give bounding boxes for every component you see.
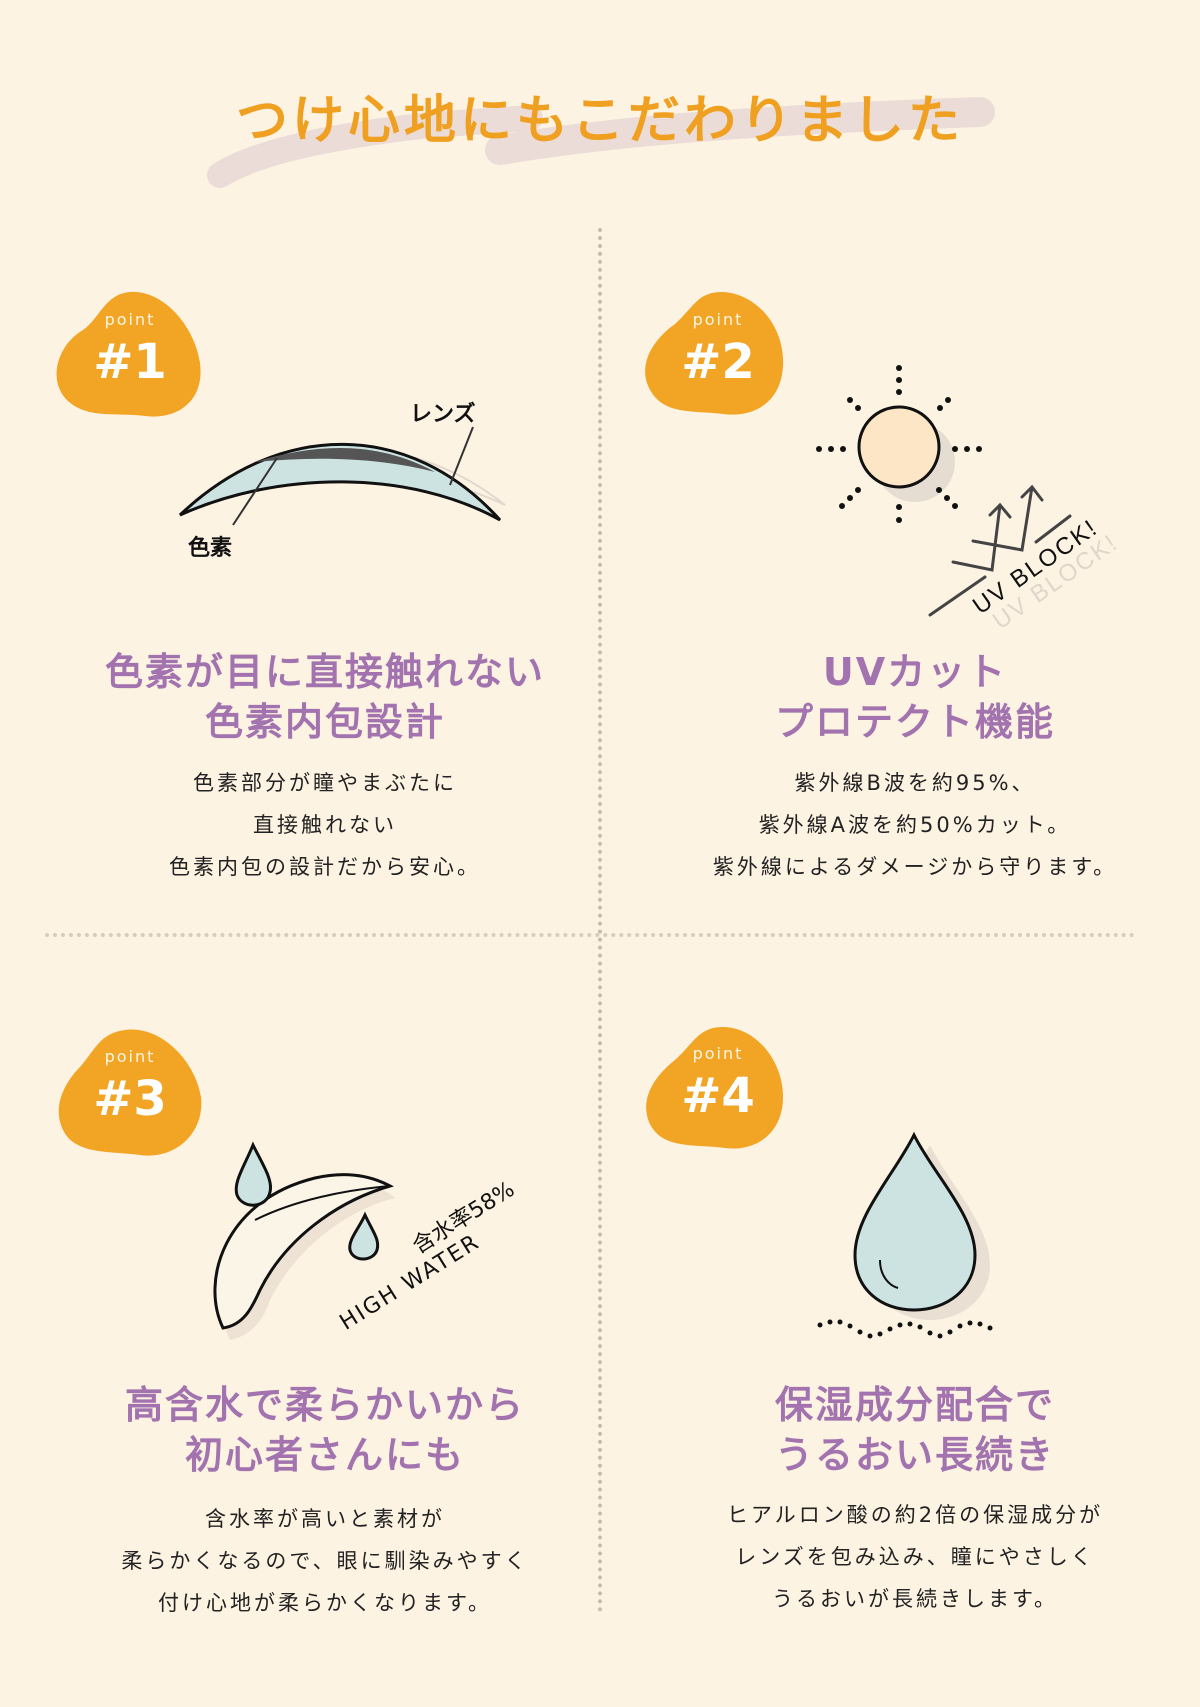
title-line: 高含水で柔らかいから bbox=[124, 1383, 525, 1427]
point-title: 保湿成分配合で うるおい長続き bbox=[635, 1380, 1195, 1480]
badge-label: point bbox=[104, 1047, 156, 1066]
title-line: 保湿成分配合で bbox=[774, 1383, 1055, 1427]
lens-label: レンズ bbox=[410, 402, 476, 427]
title-line: UVカット bbox=[822, 650, 1008, 694]
badge-label: point bbox=[104, 310, 156, 329]
title-line: プロテクト機能 bbox=[774, 700, 1055, 744]
point-title: 色素が目に直接触れない 色素内包設計 bbox=[45, 647, 605, 747]
title-line: 初心者さんにも bbox=[184, 1433, 465, 1477]
badge-label: point bbox=[692, 1044, 744, 1063]
point-body: 含水率が高いと素材が 柔らかくなるので、眼に馴染みやすく 付け心地が柔らかくなり… bbox=[45, 1498, 605, 1624]
point-badge: point #3 bbox=[55, 1025, 205, 1160]
title-line: 色素内包設計 bbox=[204, 700, 445, 744]
badge-number: #1 bbox=[93, 334, 167, 390]
body-line: 柔らかくなるので、眼に馴染みやすく bbox=[121, 1549, 529, 1573]
point-badge: point #2 bbox=[643, 288, 793, 423]
page-title: つけ心地にもこだわりました bbox=[235, 91, 964, 151]
body-line: ヒアルロン酸の約2倍の保湿成分が bbox=[726, 1503, 1104, 1527]
point-body: ヒアルロン酸の約2倍の保湿成分が レンズを包み込み、瞳にやさしく うるおいが長続… bbox=[635, 1494, 1195, 1620]
wave-dots bbox=[817, 1319, 993, 1339]
body-line: 含水率が高いと素材が bbox=[205, 1507, 445, 1531]
body-line: 色素内包の設計だから安心。 bbox=[169, 855, 481, 879]
body-line: 直接触れない bbox=[253, 813, 397, 837]
sun-uv-block-icon: UV BLOCK! UV BLOCK! bbox=[816, 365, 1123, 635]
point-body: 紫外線B波を約95%、 紫外線A波を約50%カット。 紫外線によるダメージから守… bbox=[635, 762, 1195, 888]
body-line: うるおいが長続きします。 bbox=[772, 1587, 1058, 1611]
point-title: UVカット プロテクト機能 bbox=[635, 647, 1195, 747]
body-line: 色素部分が瞳やまぶたに bbox=[193, 771, 457, 795]
point-badge: point #4 bbox=[643, 1022, 793, 1157]
title-line: うるおい長続き bbox=[774, 1433, 1055, 1477]
body-line: レンズを包み込み、瞳にやさしく bbox=[735, 1545, 1095, 1569]
body-line: 紫外線B波を約95%、 bbox=[794, 771, 1036, 795]
pigment-label: 色素 bbox=[188, 536, 233, 561]
moisture-drop-icon bbox=[817, 1131, 993, 1339]
body-line: 紫外線A波を約50%カット。 bbox=[758, 813, 1072, 837]
badge-number: #2 bbox=[681, 334, 755, 390]
badge-label: point bbox=[692, 310, 744, 329]
badge-number: #4 bbox=[681, 1068, 755, 1124]
horizontal-divider bbox=[45, 933, 1135, 937]
badge-number: #3 bbox=[93, 1071, 167, 1127]
body-line: 付け心地が柔らかくなります。 bbox=[158, 1591, 492, 1615]
point-title: 高含水で柔らかいから 初心者さんにも bbox=[45, 1380, 605, 1480]
body-line: 紫外線によるダメージから守ります。 bbox=[712, 855, 1118, 879]
title-line: 色素が目に直接触れない bbox=[104, 650, 545, 694]
point-body: 色素部分が瞳やまぶたに 直接触れない 色素内包の設計だから安心。 bbox=[45, 762, 605, 888]
